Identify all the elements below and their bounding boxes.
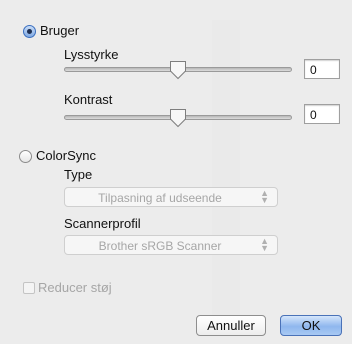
radio-user-label[interactable]: Bruger — [40, 23, 79, 38]
reduce-noise-label[interactable]: Reducer støj — [38, 280, 112, 295]
cancel-button[interactable]: Annuller — [196, 315, 266, 336]
color-adjustment-sheet: Bruger Lysstyrke 0 Kontrast 0 ColorSync … — [0, 0, 352, 344]
popup-arrows-icon: ▲ ▼ — [260, 188, 269, 205]
slider-thumb-icon — [170, 109, 186, 128]
scanner-profile-label: Scannerprofil — [64, 216, 141, 231]
contrast-value-field[interactable]: 0 — [304, 104, 340, 124]
brightness-value-field[interactable]: 0 — [304, 59, 340, 79]
ok-button[interactable]: OK — [280, 315, 342, 336]
type-popup-value: Tilpasning af udseende — [98, 191, 222, 205]
type-popup[interactable]: Tilpasning af udseende ▲ ▼ — [64, 187, 278, 207]
radio-colorsync-label[interactable]: ColorSync — [36, 148, 96, 163]
radio-user[interactable] — [23, 25, 36, 38]
scanner-profile-popup[interactable]: Brother sRGB Scanner ▲ ▼ — [64, 235, 278, 255]
reduce-noise-checkbox[interactable] — [23, 282, 35, 294]
brightness-label: Lysstyrke — [64, 47, 119, 62]
popup-arrows-icon: ▲ ▼ — [260, 236, 269, 253]
slider-thumb-icon — [170, 61, 186, 80]
radio-colorsync[interactable] — [19, 150, 32, 163]
scanner-profile-popup-value: Brother sRGB Scanner — [98, 239, 222, 253]
type-label: Type — [64, 167, 93, 182]
contrast-label: Kontrast — [64, 92, 113, 107]
